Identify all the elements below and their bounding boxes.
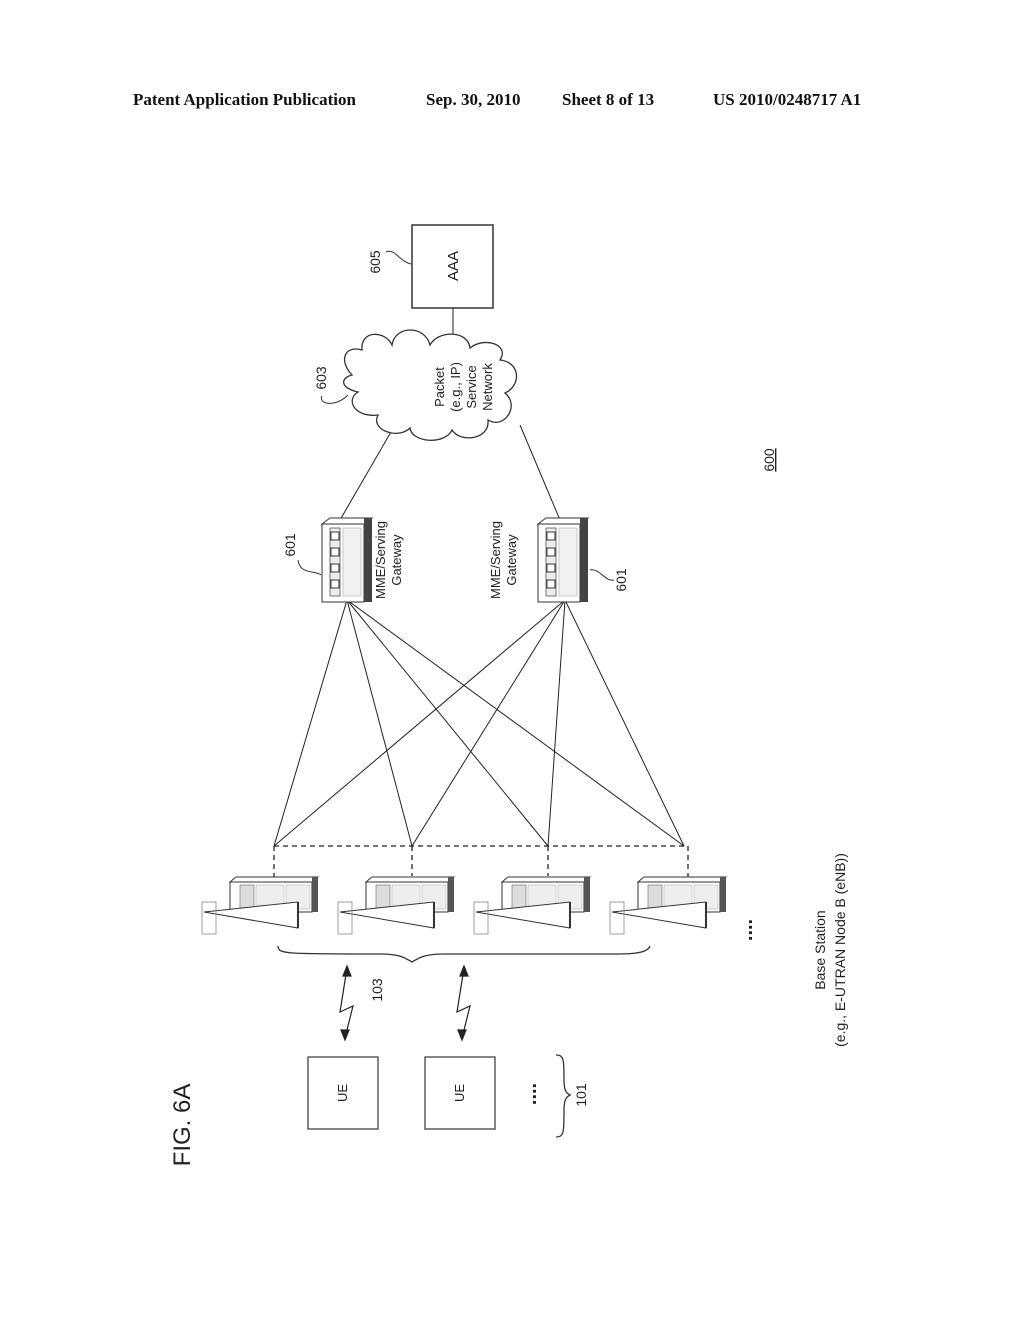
base-station-ellipsis: .... (735, 919, 757, 941)
link (273, 599, 348, 847)
radio-links (339, 964, 471, 1042)
radio-link-2 (456, 967, 471, 1039)
ref-601-a: 601 (282, 533, 298, 557)
link (547, 599, 566, 847)
ref-601-b: 601 (613, 568, 629, 592)
base-station-brace (277, 945, 651, 963)
radio-link-1 (339, 967, 354, 1039)
link (339, 424, 396, 521)
ue-1: UE (307, 1056, 379, 1130)
link (346, 599, 549, 847)
network-line-2: (e.g., IP) (448, 362, 463, 412)
base-station-4 (609, 876, 728, 935)
gateway-2-line-1: MME/Serving (488, 521, 503, 599)
aaa-label: AAA (445, 251, 462, 281)
ue-ellipsis: .... (519, 1083, 541, 1105)
ref-603: 603 (313, 366, 329, 390)
link (411, 599, 566, 847)
leader-601-a (297, 559, 322, 576)
base-station-3 (473, 876, 592, 935)
ue-2-label: UE (452, 1084, 467, 1102)
arrowhead-icon (340, 1029, 350, 1042)
packet-service-network-cloud: Packet (e.g., IP) Service Network (343, 329, 518, 441)
ref-101: 101 (573, 1083, 589, 1107)
gateway-2-line-2: Gateway (504, 534, 519, 586)
gateway-1-line-2: Gateway (389, 534, 404, 586)
ref-103: 103 (369, 978, 385, 1002)
base-station-line-2: (e.g., E-UTRAN Node B (eNB)) (832, 853, 848, 1047)
aaa-server: AAA (411, 224, 494, 309)
figure-6a-diagram: AAA 605 Packet (e.g., IP) Service Networ… (169, 224, 848, 1167)
network-line-3: Service (464, 365, 479, 408)
link (564, 599, 685, 847)
leader-601-b (589, 569, 615, 581)
leader-605 (385, 250, 412, 265)
figure-label: FIG. 6A (169, 1084, 196, 1167)
ref-605: 605 (367, 250, 383, 274)
x2-interface-dashed (273, 845, 689, 878)
link (346, 599, 413, 847)
link (519, 424, 561, 521)
gateway-1-line-1: MME/Serving (373, 521, 388, 599)
arrowhead-icon (342, 964, 352, 977)
base-stations (201, 876, 728, 935)
mme-gateway-2 (536, 517, 590, 603)
ref-600: 600 (761, 448, 777, 472)
leader-603 (320, 394, 349, 404)
link (273, 599, 566, 847)
base-station-1 (201, 876, 320, 935)
ue-brace (555, 1054, 572, 1138)
ue-1-label: UE (335, 1084, 350, 1102)
base-station-line-1: Base Station (812, 910, 828, 989)
network-line-4: Network (480, 363, 495, 411)
base-station-2 (337, 876, 456, 935)
arrowhead-icon (457, 1029, 467, 1042)
network-line-1: Packet (432, 367, 447, 407)
link (346, 599, 685, 847)
arrowhead-icon (459, 964, 469, 977)
mme-gateway-1 (320, 517, 374, 603)
ue-2: UE (424, 1056, 496, 1130)
